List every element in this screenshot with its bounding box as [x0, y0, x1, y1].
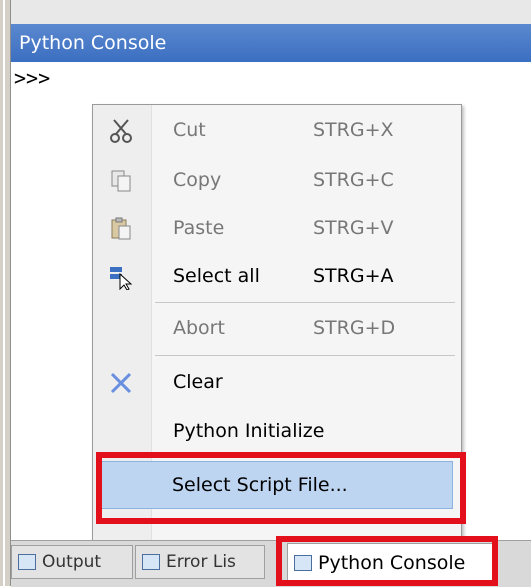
menu-item-shortcut: STRG+A: [313, 265, 394, 287]
menu-item-python-initialize[interactable]: Python Initialize: [93, 408, 461, 456]
tab-label: Error Lis: [166, 552, 236, 572]
menu-item-label: Cut: [173, 119, 206, 141]
menu-item-label: Abort: [173, 317, 225, 339]
menu-item-paste[interactable]: Paste STRG+V: [93, 205, 461, 253]
window-frame-left: [0, 0, 11, 586]
menu-separator: [155, 355, 455, 356]
copy-icon: [107, 167, 135, 195]
menu-separator: [155, 302, 455, 303]
menu-item-copy[interactable]: Copy STRG+C: [93, 157, 461, 205]
tab-label: Output: [42, 552, 102, 572]
annotation-highlight-box: [96, 452, 466, 524]
clear-x-icon: [107, 369, 135, 397]
panel-title: Python Console: [19, 32, 167, 54]
tab-error-list[interactable]: Error Lis: [135, 545, 265, 579]
console-prompt: >>>: [14, 66, 51, 90]
menu-item-clear[interactable]: Clear: [93, 359, 461, 407]
menu-item-shortcut: STRG+D: [313, 317, 396, 339]
paste-icon: [107, 215, 135, 243]
menu-item-abort[interactable]: Abort STRG+D: [93, 305, 461, 353]
annotation-tab-box: [276, 536, 498, 586]
menu-item-select-all[interactable]: Select all STRG+A: [93, 253, 461, 301]
panel-title-bar: Python Console: [11, 24, 531, 62]
scissors-icon: [107, 117, 135, 145]
menu-item-shortcut: STRG+X: [313, 119, 394, 141]
menu-item-label: Select all: [173, 265, 260, 287]
menu-item-cut[interactable]: Cut STRG+X: [93, 107, 461, 155]
top-strip: [11, 0, 531, 24]
menu-item-shortcut: STRG+V: [313, 217, 394, 239]
menu-item-label: Copy: [173, 169, 222, 191]
select-all-icon: [107, 263, 135, 291]
menu-item-label: Paste: [173, 217, 225, 239]
menu-item-label: Python Initialize: [173, 420, 325, 442]
output-icon: [18, 554, 36, 570]
menu-item-shortcut: STRG+C: [313, 169, 394, 191]
menu-item-label: Clear: [173, 371, 223, 393]
error-list-icon: [142, 554, 160, 570]
tab-output[interactable]: Output: [11, 545, 133, 579]
